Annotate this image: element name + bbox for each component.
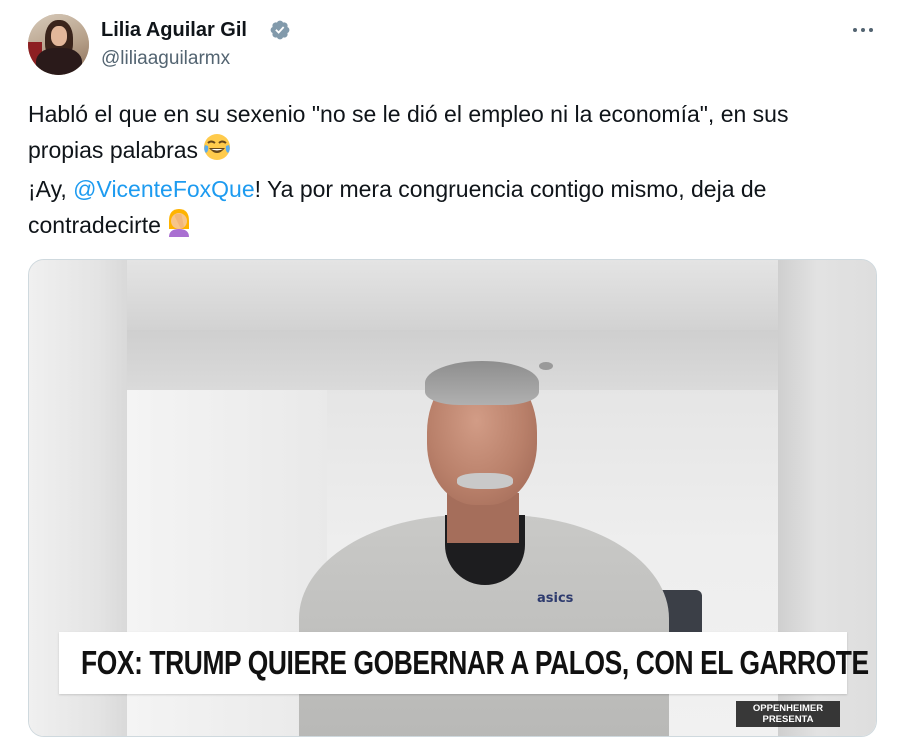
program-bug-line1: OPPENHEIMER — [752, 703, 824, 714]
tweet-line-4: contradecirte — [28, 207, 878, 247]
program-bug-line2: PRESENTA — [762, 714, 814, 725]
tweet-line-3-prefix: ¡Ay, — [28, 176, 74, 202]
tweet-line-1: Habló el que en su sexenio "no se le dió… — [28, 101, 789, 127]
tweet-header: Lilia Aguilar Gil @liliaaguilarmx — [28, 14, 878, 76]
news-chyron: FOX: TRUMP QUIERE GOBERNAR A PALOS, CON … — [59, 632, 869, 694]
tweet-line-2-text: propias palabras — [28, 137, 199, 163]
verified-badge-icon — [270, 20, 290, 40]
more-horizontal-icon[interactable] — [850, 20, 876, 40]
tweet-line-3-suffix: ! Ya por mera congruencia contigo mismo,… — [254, 176, 767, 202]
author-name[interactable]: Lilia Aguilar Gil — [101, 18, 247, 42]
avatar[interactable] — [28, 14, 89, 75]
author-handle[interactable]: @liliaaguilarmx — [101, 47, 230, 71]
tweet-line-4-text: contradecirte — [28, 212, 161, 238]
chyron-text: FOX: TRUMP QUIERE GOBERNAR A PALOS, CON … — [81, 644, 869, 681]
laughing-emoji-icon — [202, 132, 232, 172]
tweet-text: Habló el que en su sexenio "no se le dió… — [28, 97, 878, 247]
mention-link[interactable]: @VicenteFoxQue — [73, 176, 254, 202]
facepalm-emoji-icon — [165, 207, 193, 247]
program-bug: OPPENHEIMER PRESENTA — [736, 701, 840, 727]
tweet-line-3: ¡Ay, @VicenteFoxQue! Ya por mera congrue… — [28, 172, 878, 207]
tweet-line-2: propias palabras — [28, 132, 878, 172]
video-thumbnail[interactable]: asics FOX: TRUMP QUIERE GOBERNAR A PALOS… — [28, 259, 877, 737]
shirt-logo: asics — [537, 591, 574, 606]
